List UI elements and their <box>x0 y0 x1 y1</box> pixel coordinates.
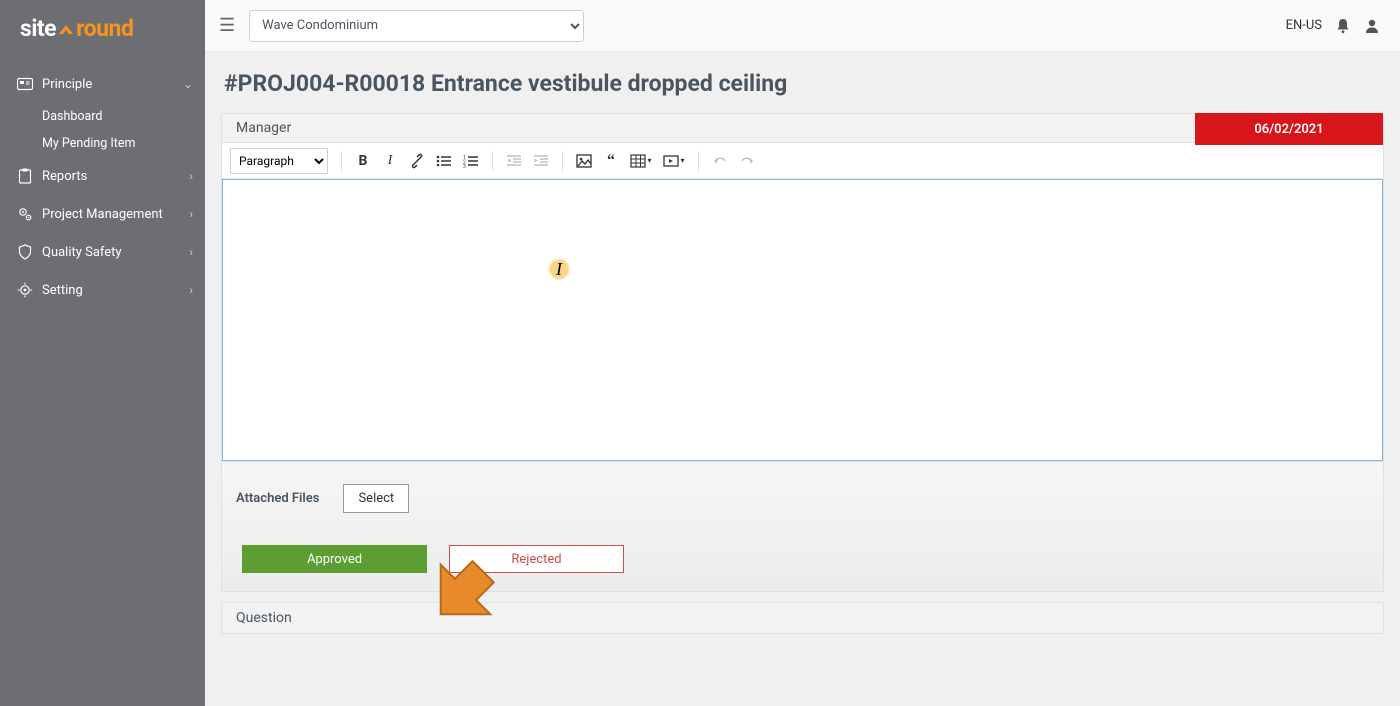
editor-textarea[interactable]: I <box>222 179 1383 461</box>
menu-toggle-icon[interactable]: ☰ <box>219 15 235 36</box>
date-badge: 06/02/2021 <box>1195 113 1383 145</box>
approved-button[interactable]: Approved <box>242 545 427 573</box>
sidebar-label-quality-safety: Quality Safety <box>42 245 122 260</box>
sidebar-label-reports: Reports <box>42 169 87 184</box>
editor-toolbar: Paragraph B I 123 <box>222 143 1383 179</box>
chevron-right-icon: › <box>189 207 193 221</box>
chevron-right-icon: › <box>189 245 193 259</box>
logo-caret-icon <box>57 21 75 37</box>
gears-icon <box>16 205 34 223</box>
gear-icon <box>16 281 34 299</box>
sidebar-item-dashboard[interactable]: Dashboard <box>42 103 205 130</box>
cursor-highlight-icon: I <box>548 258 570 280</box>
format-select[interactable]: Paragraph <box>230 148 328 174</box>
id-card-icon <box>16 75 34 93</box>
quote-button[interactable]: “ <box>599 149 623 173</box>
redo-button[interactable] <box>735 149 759 173</box>
italic-button[interactable]: I <box>378 149 402 173</box>
text-cursor-icon: I <box>556 259 562 280</box>
undo-button[interactable] <box>708 149 732 173</box>
link-button[interactable] <box>405 149 429 173</box>
chevron-right-icon: › <box>189 283 193 297</box>
page-title: #PROJ004-R00018 Entrance vestibule dropp… <box>221 70 1384 97</box>
panel-body: Attached Files Select Approved Rejected <box>221 462 1384 592</box>
image-button[interactable] <box>572 149 596 173</box>
svg-text:3: 3 <box>463 164 466 168</box>
select-file-button[interactable]: Select <box>343 484 409 513</box>
sidebar: site round Principle ⌄ Dashboard My Pend… <box>0 0 205 706</box>
question-section-header[interactable]: Question <box>221 602 1384 634</box>
toolbar-separator <box>698 151 699 171</box>
table-button[interactable]: ▾ <box>626 149 656 173</box>
sidebar-item-project-management[interactable]: Project Management › <box>0 195 205 233</box>
logo-text-round: round <box>76 15 133 42</box>
sidebar-label-setting: Setting <box>42 283 83 298</box>
bullet-list-button[interactable] <box>432 149 456 173</box>
rich-text-editor: Paragraph B I 123 <box>221 143 1384 462</box>
toolbar-separator <box>341 151 342 171</box>
sidebar-item-setting[interactable]: Setting › <box>0 271 205 309</box>
toolbar-separator <box>492 151 493 171</box>
clipboard-icon <box>16 167 34 185</box>
outdent-button[interactable] <box>502 149 526 173</box>
chevron-right-icon: › <box>189 169 193 183</box>
bold-button[interactable]: B <box>351 149 375 173</box>
panel-header-label: Manager <box>222 120 305 136</box>
sidebar-label-principle: Principle <box>42 77 92 92</box>
logo-text-site: site <box>20 15 56 42</box>
chevron-down-icon: ⌄ <box>183 77 193 91</box>
attached-files-label: Attached Files <box>236 491 319 506</box>
sidebar-item-pending[interactable]: My Pending Item <box>42 130 205 157</box>
project-select[interactable]: Wave Condominium <box>249 10 584 42</box>
sidebar-label-project-mgmt: Project Management <box>42 207 163 222</box>
bell-icon[interactable] <box>1336 18 1350 34</box>
shield-icon <box>16 243 34 261</box>
numbered-list-button[interactable]: 123 <box>459 149 483 173</box>
sidebar-item-principle[interactable]: Principle ⌄ <box>0 65 205 103</box>
media-button[interactable]: ▾ <box>659 149 689 173</box>
sidebar-item-quality-safety[interactable]: Quality Safety › <box>0 233 205 271</box>
language-label[interactable]: EN-US <box>1286 18 1322 33</box>
rejected-button[interactable]: Rejected <box>449 545 624 573</box>
panel-header: Manager 06/02/2021 <box>221 113 1384 143</box>
logo: site round <box>0 0 205 57</box>
main-content: #PROJ004-R00018 Entrance vestibule dropp… <box>205 52 1400 706</box>
user-icon[interactable] <box>1364 18 1380 34</box>
toolbar-separator <box>562 151 563 171</box>
topbar: ☰ Wave Condominium EN-US <box>205 0 1400 52</box>
sidebar-item-reports[interactable]: Reports › <box>0 157 205 195</box>
indent-button[interactable] <box>529 149 553 173</box>
